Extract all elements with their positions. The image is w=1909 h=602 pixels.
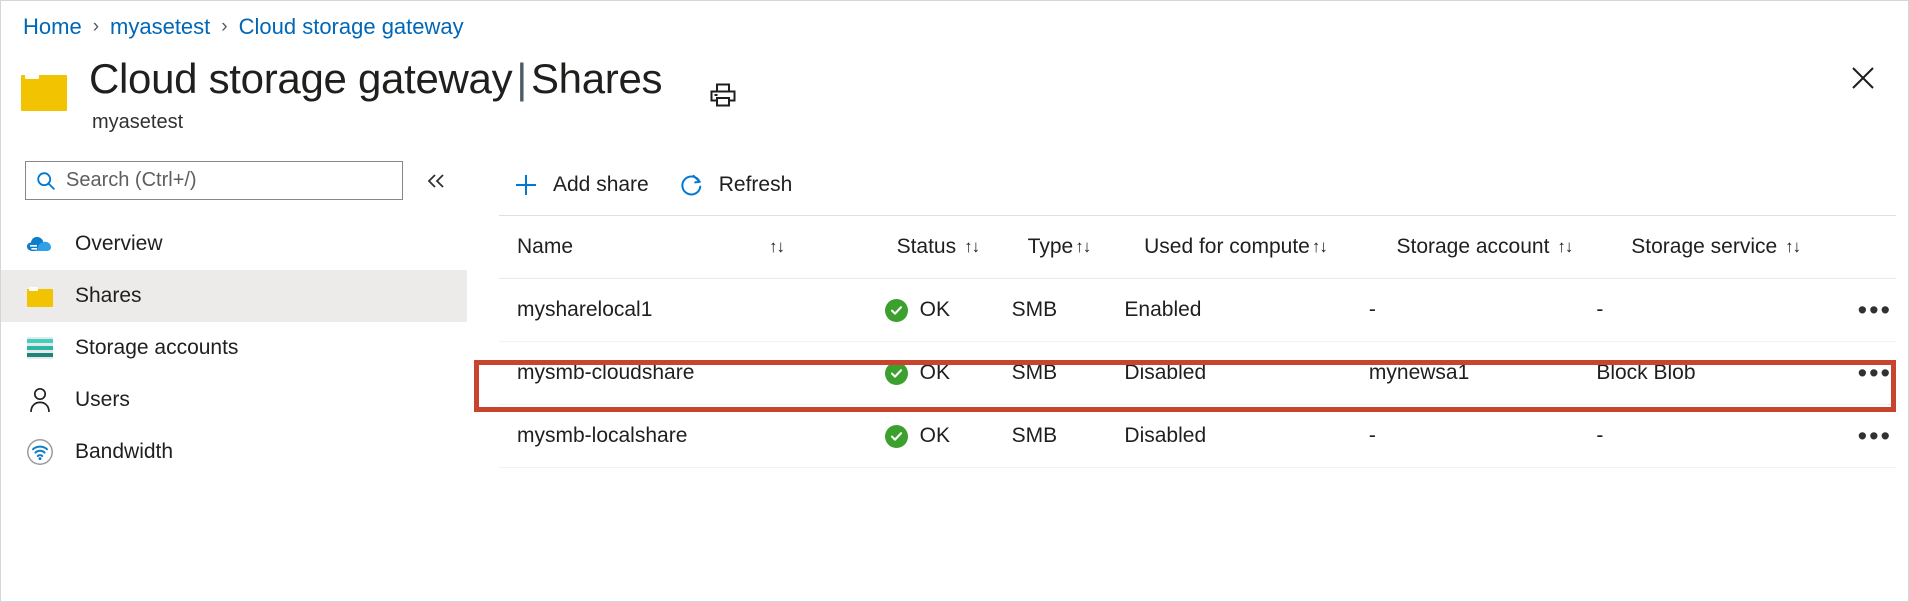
page-title-section: Shares [531, 55, 662, 102]
search-icon [26, 171, 66, 191]
sort-icon: ↑↓ [1557, 237, 1572, 257]
cell-name: mysharelocal1 [517, 298, 885, 322]
status-label: OK [920, 361, 950, 385]
table-row[interactable]: mysmb-cloudshare OK SMB Disabled mynewsa… [499, 342, 1896, 405]
check-circle-icon [885, 362, 908, 385]
cell-storage-account: - [1369, 298, 1596, 322]
column-header-label: Type [1028, 235, 1074, 259]
breadcrumb: Home › myasetest › Cloud storage gateway [23, 11, 464, 43]
sort-icon: ↑↓ [1075, 237, 1090, 257]
refresh-icon [677, 170, 707, 200]
sidebar-item-label: Overview [75, 232, 163, 256]
breadcrumb-item-cloud-storage-gateway[interactable]: Cloud storage gateway [239, 14, 464, 40]
folder-icon [21, 69, 69, 113]
column-header-storage-account[interactable]: Storage account ↑↓ [1396, 235, 1631, 259]
search-box[interactable] [25, 161, 403, 200]
cell-name: mysmb-localshare [517, 424, 885, 448]
sidebar-item-users[interactable]: Users [1, 374, 467, 426]
sort-icon: ↑↓ [1785, 237, 1800, 257]
sidebar-item-storage-accounts[interactable]: Storage accounts [1, 322, 467, 374]
sidebar-item-label: Users [75, 388, 130, 412]
chevron-double-left-icon[interactable] [419, 164, 453, 198]
sort-icon: ↑↓ [769, 237, 784, 257]
cell-actions: ••• [1826, 362, 1896, 384]
cell-actions: ••• [1826, 299, 1896, 321]
cloud-icon [25, 229, 55, 259]
close-icon[interactable] [1844, 59, 1882, 97]
sidebar-item-shares[interactable]: Shares [1, 270, 467, 322]
column-header-used-for-compute[interactable]: Used for compute ↑↓ [1144, 235, 1396, 259]
column-header-label: Status [897, 235, 957, 259]
page-title: Cloud storage gateway|Shares [89, 56, 662, 101]
column-header-label: Name [517, 235, 573, 259]
sidebar-item-label: Shares [75, 284, 142, 308]
cell-storage-service: Block Blob [1596, 361, 1825, 385]
user-icon [25, 385, 55, 415]
cell-storage-account: mynewsa1 [1369, 361, 1596, 385]
cell-used-for-compute: Enabled [1124, 298, 1368, 322]
status-label: OK [920, 298, 950, 322]
cell-storage-account: - [1369, 424, 1596, 448]
sidebar-item-bandwidth[interactable]: Bandwidth [1, 426, 467, 478]
refresh-label: Refresh [719, 173, 793, 197]
more-actions-icon[interactable]: ••• [1854, 362, 1896, 384]
cell-type: SMB [1012, 424, 1125, 448]
cell-storage-service: - [1596, 424, 1825, 448]
add-share-button[interactable]: Add share [511, 165, 649, 205]
sidebar-nav: Overview Shares [1, 218, 467, 478]
cell-used-for-compute: Disabled [1124, 424, 1368, 448]
column-header-type[interactable]: Type ↑↓ [1028, 235, 1144, 259]
page-title-separator: | [512, 55, 531, 102]
cell-type: SMB [1012, 298, 1125, 322]
column-header-label: Storage account [1396, 235, 1549, 259]
table-row[interactable]: mysharelocal1 OK SMB Enabled - - ••• [499, 279, 1896, 342]
search-input[interactable] [66, 169, 402, 192]
table-row[interactable]: mysmb-localshare OK SMB Disabled - - ••• [499, 405, 1896, 468]
more-actions-icon[interactable]: ••• [1854, 299, 1896, 321]
more-actions-icon[interactable]: ••• [1854, 425, 1896, 447]
sidebar-item-overview[interactable]: Overview [1, 218, 467, 270]
breadcrumb-separator-icon: › [93, 16, 99, 38]
command-bar: Add share Refresh [499, 161, 1896, 209]
breadcrumb-item-home[interactable]: Home [23, 14, 82, 40]
check-circle-icon [885, 425, 908, 448]
sort-icon: ↑↓ [964, 237, 979, 257]
cell-status: OK [885, 298, 1012, 322]
refresh-button[interactable]: Refresh [677, 165, 793, 205]
page-header: Cloud storage gateway|Shares myasetest [19, 56, 740, 134]
azure-portal-shares-blade: Home › myasetest › Cloud storage gateway… [0, 0, 1909, 602]
sidebar: Overview Shares [1, 161, 467, 601]
breadcrumb-item-myasetest[interactable]: myasetest [110, 14, 210, 40]
column-header-name[interactable]: Name ↑↓ [517, 235, 897, 259]
print-icon[interactable] [706, 78, 740, 112]
page-subtitle: myasetest [92, 111, 662, 134]
column-header-storage-service[interactable]: Storage service ↑↓ [1631, 235, 1868, 259]
status-label: OK [920, 424, 950, 448]
page-title-resource: Cloud storage gateway [89, 55, 512, 102]
cell-status: OK [885, 361, 1012, 385]
cell-actions: ••• [1826, 425, 1896, 447]
add-share-label: Add share [553, 173, 649, 197]
breadcrumb-separator-icon: › [221, 16, 227, 38]
plus-icon [511, 170, 541, 200]
column-header-status[interactable]: Status ↑↓ [897, 235, 1028, 259]
shares-table: Name ↑↓ Status ↑↓ Type ↑↓ Used for compu… [499, 216, 1896, 468]
table-header-row: Name ↑↓ Status ↑↓ Type ↑↓ Used for compu… [499, 216, 1896, 279]
cell-status: OK [885, 424, 1012, 448]
cell-used-for-compute: Disabled [1124, 361, 1368, 385]
column-header-label: Storage service [1631, 235, 1777, 259]
cell-storage-service: - [1596, 298, 1825, 322]
main-content: Add share Refresh Name ↑↓ [499, 161, 1896, 468]
sort-icon: ↑↓ [1312, 237, 1327, 257]
cell-name: mysmb-cloudshare [517, 361, 885, 385]
cell-type: SMB [1012, 361, 1125, 385]
column-header-label: Used for compute [1144, 235, 1310, 259]
storage-accounts-icon [25, 333, 55, 363]
folder-icon [25, 281, 55, 311]
sidebar-item-label: Bandwidth [75, 440, 173, 464]
check-circle-icon [885, 299, 908, 322]
sidebar-search-row [1, 161, 467, 200]
bandwidth-icon [25, 437, 55, 467]
sidebar-item-label: Storage accounts [75, 336, 238, 360]
